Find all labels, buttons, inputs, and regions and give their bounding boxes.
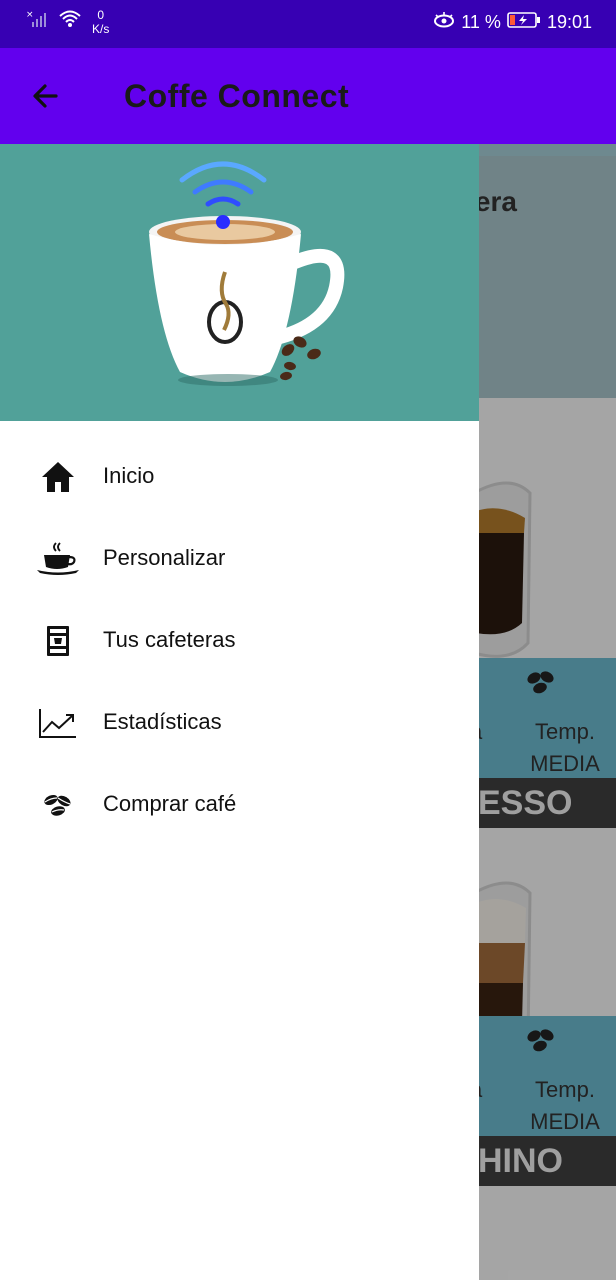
net-speed-value: 0 (97, 8, 105, 22)
battery-icon (507, 12, 541, 33)
drawer-item-label: Tus cafeteras (103, 627, 236, 652)
net-speed: 0 K/s (92, 8, 109, 36)
eye-comfort-icon (433, 12, 455, 33)
net-speed-unit: K/s (92, 22, 110, 36)
status-left: × 0 K/s (26, 8, 109, 36)
drawer-item-label: Personalizar (103, 545, 226, 570)
coffee-machine-icon (36, 623, 80, 659)
drawer-item-tus-cafeteras[interactable]: Tus cafeteras (0, 600, 479, 682)
drawer-nav-list: Inicio Personalizar Tus cafeteras Estadí… (0, 436, 479, 846)
chart-line-icon (36, 705, 80, 741)
coffee-beans-icon (36, 787, 80, 823)
drawer-item-inicio[interactable]: Inicio (0, 436, 479, 518)
wifi-icon (58, 8, 82, 35)
drawer-item-personalizar[interactable]: Personalizar (0, 518, 479, 600)
coffee-cup-icon (36, 541, 80, 577)
drawer-item-label: Comprar café (103, 791, 237, 816)
drawer-header (0, 144, 479, 421)
signal-icon: × (26, 8, 48, 35)
app-bar: Coffe Connect (0, 48, 616, 144)
navigation-drawer: Inicio Personalizar Tus cafeteras Estadí… (0, 144, 479, 1280)
coffee-connect-logo (149, 161, 345, 386)
drawer-item-label: Inicio (103, 463, 155, 488)
drawer-item-comprar-cafe[interactable]: Comprar café (0, 764, 479, 846)
status-bar: × 0 K/s 11 % 19:01 (0, 0, 616, 48)
back-button[interactable] (26, 76, 66, 116)
battery-percent: 11 % (461, 12, 501, 32)
home-icon (36, 459, 80, 495)
drawer-item-label: Estadísticas (103, 709, 222, 734)
app-title: Coffe Connect (124, 78, 350, 114)
svg-text:×: × (26, 10, 34, 20)
status-right: 11 % 19:01 (433, 12, 592, 33)
arrow-left-icon (33, 84, 58, 108)
drawer-item-estadisticas[interactable]: Estadísticas (0, 682, 479, 764)
clock: 19:01 (546, 12, 592, 32)
